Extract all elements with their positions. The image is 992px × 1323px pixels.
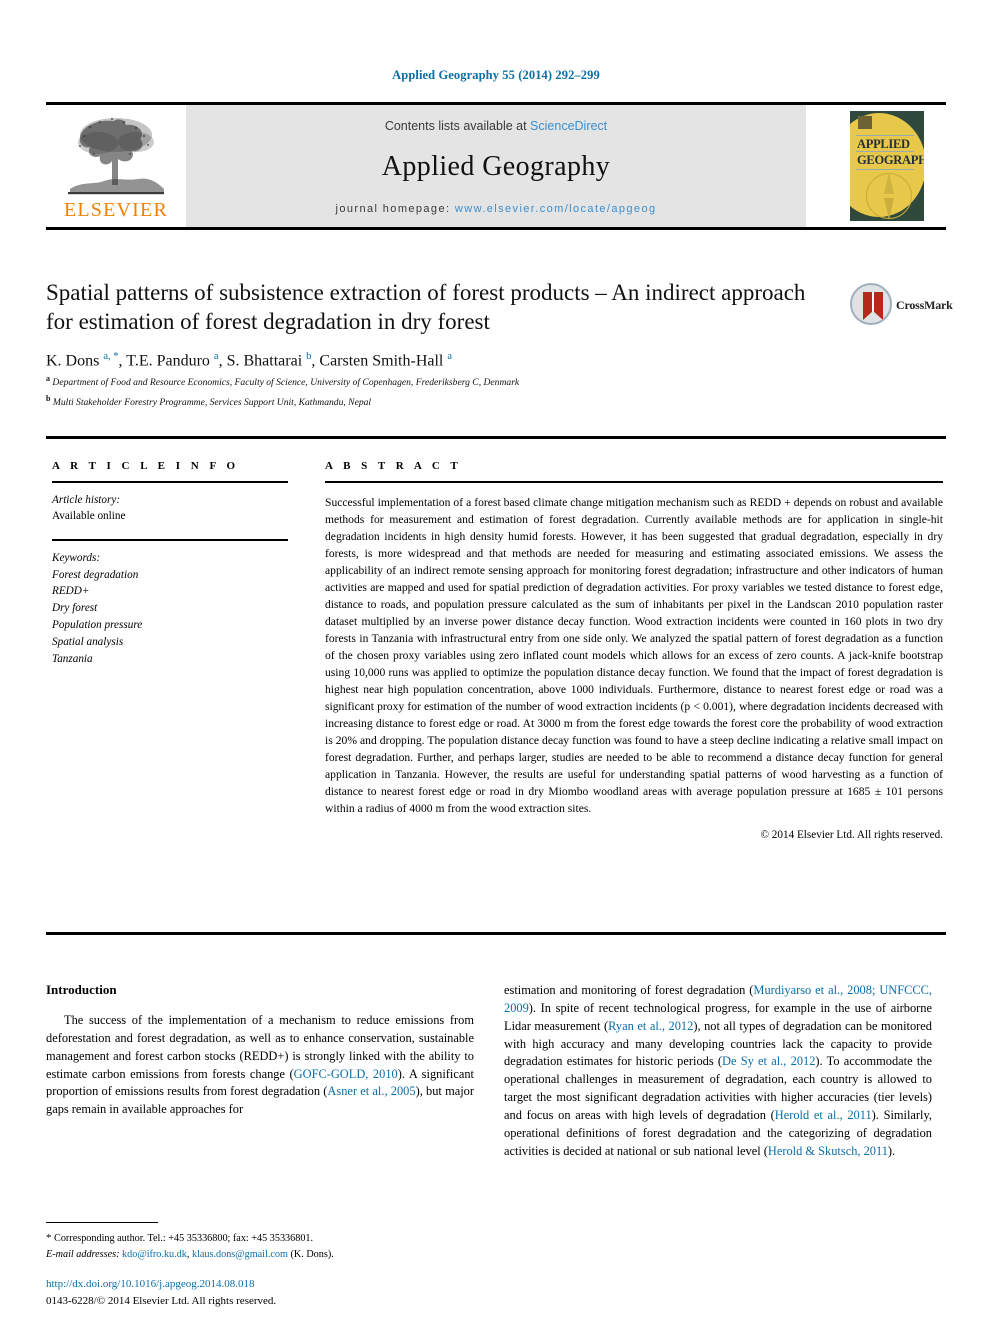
journal-banner: Contents lists available at ScienceDirec…: [186, 105, 806, 227]
homepage-url-link[interactable]: www.elsevier.com/locate/apgeog: [455, 203, 657, 215]
keywords-label: Keywords:: [52, 551, 101, 564]
issn-copyright-line: 0143-6228/© 2014 Elsevier Ltd. All right…: [46, 1294, 277, 1307]
cover-rule-1: [856, 135, 914, 136]
body-column-right: estimation and monitoring of forest degr…: [504, 982, 932, 1161]
affiliation-b-text: Multi Stakeholder Forestry Programme, Se…: [52, 397, 372, 409]
introduction-paragraph-left: The success of the implementation of a m…: [46, 1013, 475, 1117]
keywords-rule: [52, 539, 288, 541]
cover-publisher-mark: [858, 116, 872, 129]
cover-rule-2: [856, 151, 914, 152]
article-info-heading: A R T I C L E I N F O: [52, 460, 240, 472]
affiliation-b-mark: b: [46, 394, 51, 403]
keyword-item: Population pressure: [52, 618, 143, 631]
crossmark-book-icon: [863, 292, 883, 320]
contents-lists-line: Contents lists available at ScienceDirec…: [186, 105, 806, 133]
article-info-column: A R T I C L E I N F O Article history: A…: [52, 460, 288, 667]
crossmark-badge-group[interactable]: CrossMark: [850, 283, 953, 329]
journal-title: Applied Geography: [381, 151, 611, 182]
journal-homepage-line: journal homepage: www.elsevier.com/locat…: [186, 203, 806, 215]
abstract-heading: A B S T R A C T: [325, 460, 462, 472]
body-column-left: Introduction The success of the implemen…: [46, 982, 474, 1119]
cover-artwork: APPLIED GEOGRAPHY: [850, 111, 924, 221]
contents-lists-prefix: Contents lists available at: [384, 119, 531, 133]
article-info-rule: [52, 481, 288, 483]
elsevier-logo: ELSEVIER: [46, 107, 186, 227]
cover-rule-3: [856, 169, 914, 170]
keyword-item: Tanzania: [52, 652, 93, 665]
affiliation-a-mark: a: [46, 374, 50, 384]
page-title: Spatial patterns of subsistence extracti…: [46, 280, 806, 335]
abstract-column: A B S T R A C T Successful implementatio…: [325, 460, 943, 841]
journal-cover-thumbnail: APPLIED GEOGRAPHY: [830, 105, 946, 227]
doi-block: http://dx.doi.org/10.1016/j.apgeog.2014.…: [46, 1276, 546, 1309]
keyword-item: Forest degradation: [52, 568, 139, 581]
masthead-body: ELSEVIER Contents lists available at Sci…: [46, 105, 946, 227]
doi-link[interactable]: http://dx.doi.org/10.1016/j.apgeog.2014.…: [46, 1276, 546, 1293]
author-list: K. Dons a, *, T.E. Panduro a, S. Bhattar…: [46, 350, 453, 370]
article-history-value: Available online: [52, 510, 126, 523]
affiliation-b: b Multi Stakeholder Forestry Programme, …: [46, 393, 946, 410]
footnote-block: * Corresponding author. Tel.: +45 353368…: [46, 1222, 474, 1262]
keyword-item: REDD+: [52, 585, 90, 598]
info-band-rule-top: [46, 436, 946, 439]
abstract-text: Successful implementation of a forest ba…: [325, 495, 943, 816]
keyword-item: Dry forest: [52, 602, 98, 615]
article-first-page: Applied Geography 55 (2014) 292–299 ELSE…: [0, 0, 992, 1323]
section-heading-introduction: Introduction: [46, 982, 117, 997]
cover-title-line-2: GEOGRAPHY: [857, 153, 924, 167]
sciencedirect-link[interactable]: ScienceDirect: [530, 119, 607, 133]
masthead-rule-bottom: [46, 227, 946, 230]
elsevier-tree-icon: [56, 109, 176, 201]
running-head: Applied Geography 55 (2014) 292–299: [392, 68, 600, 82]
title-block: CrossMark Spatial patterns of subsistenc…: [46, 278, 953, 410]
cover-title-line-1: APPLIED: [857, 137, 910, 151]
article-history-label: Article history:: [52, 493, 121, 506]
corresponding-author-note: * Corresponding author. Tel.: +45 353368…: [46, 1232, 314, 1244]
introduction-paragraph-right: estimation and monitoring of forest degr…: [504, 983, 933, 1158]
affiliation-a-text: Department of Food and Resource Economic…: [52, 377, 520, 389]
elsevier-wordmark: ELSEVIER: [63, 199, 169, 221]
footnote-rule: [46, 1222, 158, 1223]
abstract-copyright: © 2014 Elsevier Ltd. All rights reserved…: [760, 828, 944, 841]
keywords-group: Keywords: Forest degradation REDD+ Dry f…: [52, 550, 288, 668]
info-band-rule-bottom: [46, 932, 946, 935]
affiliation-a: a Department of Food and Resource Econom…: [46, 373, 946, 390]
abstract-rule: [325, 481, 943, 483]
journal-masthead: ELSEVIER Contents lists available at Sci…: [46, 102, 946, 230]
keyword-item: Spatial analysis: [52, 635, 124, 648]
crossmark-label: CrossMark: [896, 298, 953, 312]
article-history-group: Article history: Available online: [52, 492, 288, 526]
email-addresses-note[interactable]: E-mail addresses: kdo@ifro.ku.dk, klaus.…: [46, 1247, 474, 1262]
homepage-prefix: journal homepage:: [335, 203, 455, 215]
crossmark-circle-icon: [850, 283, 892, 325]
compass-rose-icon: [866, 172, 912, 220]
